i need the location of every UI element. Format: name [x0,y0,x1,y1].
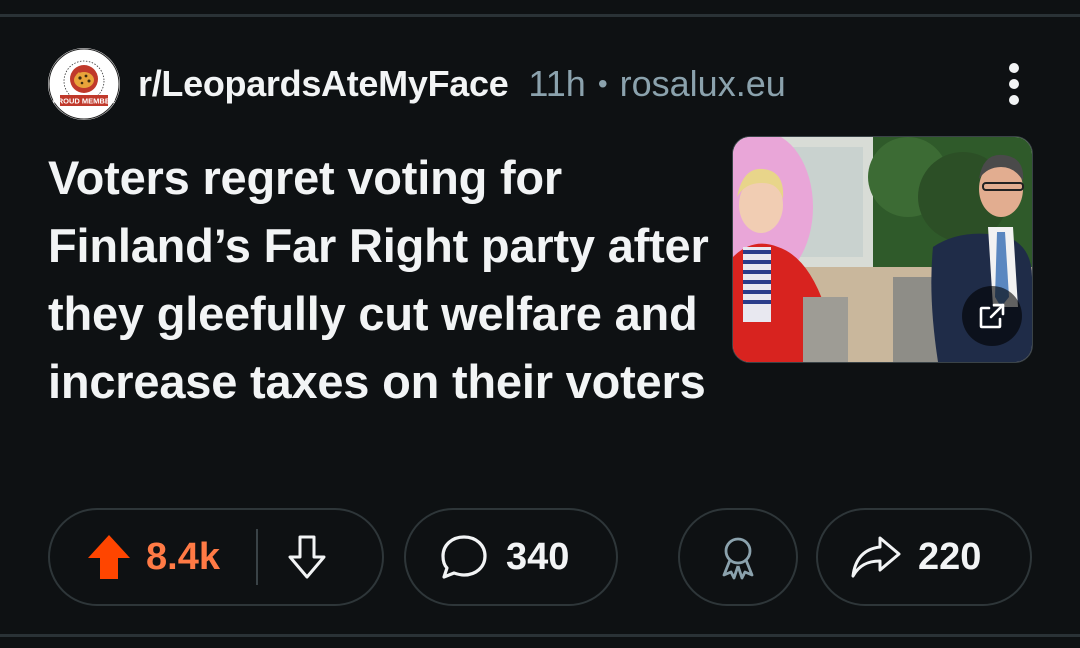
bottom-divider [0,634,1080,637]
post-meta: 11h • rosalux.eu [528,63,785,105]
comment-count: 340 [506,535,570,578]
leopard-icon: PROUD MEMBER [48,48,120,120]
post-header: PROUD MEMBER r/LeopardsAteMyFace 11h • r… [48,46,1038,122]
subreddit-avatar[interactable]: PROUD MEMBER [48,48,120,120]
more-vertical-icon [1009,63,1019,105]
vote-divider [255,529,258,585]
post-thumbnail[interactable] [732,136,1033,363]
post-title[interactable]: Voters regret voting for Finland’s Far R… [48,144,718,416]
subreddit-name[interactable]: r/LeopardsAteMyFace [138,63,509,105]
upvote-button[interactable] [86,533,132,581]
downvote-arrow-icon [288,535,326,579]
top-divider [0,14,1080,17]
upvote-count: 8.4k [146,535,220,578]
post-age: 11h [528,63,586,104]
meta-separator: • [597,68,608,99]
share-arrow-icon [850,534,902,580]
vote-control: 8.4k [48,508,384,606]
upvote-arrow-icon [88,535,130,579]
downvote-button[interactable] [284,533,330,581]
share-count: 220 [918,535,982,578]
comment-bubble-icon [440,534,488,580]
award-ribbon-icon [722,537,754,580]
more-options-button[interactable] [994,56,1034,112]
post-domain[interactable]: rosalux.eu [620,63,786,105]
comments-button[interactable]: 340 [404,508,618,606]
avatar-badge-text: PROUD MEMBER [53,97,116,106]
share-button[interactable]: 220 [816,508,1032,606]
post-actions: 8.4k 340 220 [48,508,1032,608]
external-link-button[interactable] [962,286,1022,346]
award-button[interactable] [678,508,798,606]
external-link-icon [979,303,1005,329]
